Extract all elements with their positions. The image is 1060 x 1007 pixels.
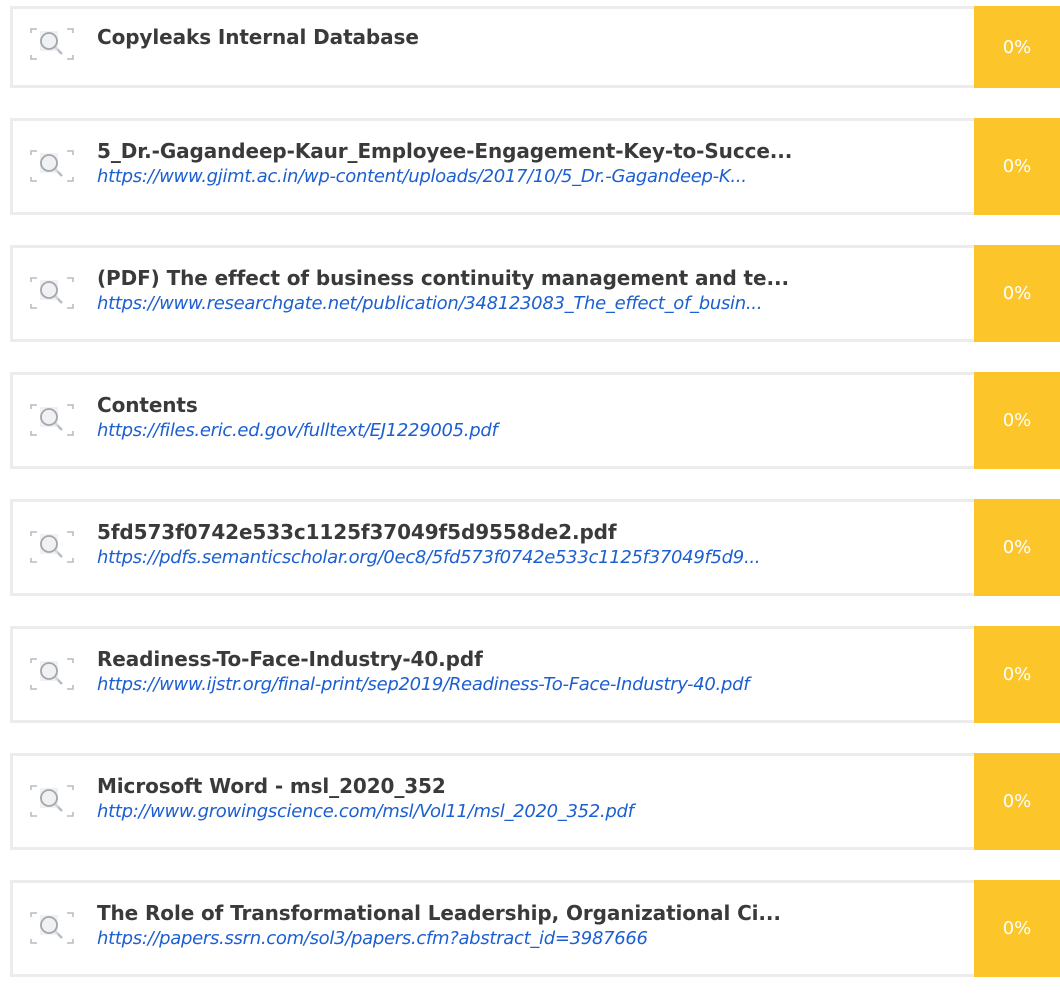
match-percent-badge: 0% — [974, 372, 1060, 469]
result-card[interactable]: Copyleaks Internal Database 0% — [10, 6, 1060, 88]
match-percent-badge: 0% — [974, 118, 1060, 215]
result-url-link[interactable]: https://pdfs.semanticscholar.org/0ec8/5f… — [97, 546, 870, 570]
magnifier-document-icon — [29, 784, 75, 818]
match-percent-badge: 0% — [974, 245, 1060, 342]
result-title[interactable]: Microsoft Word - msl_2020_352 — [97, 773, 870, 800]
result-title[interactable]: Contents — [97, 392, 870, 419]
magnifier-document-icon — [29, 911, 75, 945]
result-card[interactable]: Microsoft Word - msl_2020_352 http://www… — [10, 753, 1060, 850]
result-url-link[interactable]: https://www.researchgate.net/publication… — [97, 292, 870, 316]
result-url-link[interactable]: https://files.eric.ed.gov/fulltext/EJ122… — [97, 419, 870, 443]
magnifier-document-icon — [29, 530, 75, 564]
result-title[interactable]: Readiness-To-Face-Industry-40.pdf — [97, 646, 870, 673]
magnifier-document-icon — [29, 27, 75, 61]
result-card[interactable]: 5fd573f0742e533c1125f37049f5d9558de2.pdf… — [10, 499, 1060, 596]
result-url-link[interactable]: https://www.gjimt.ac.in/wp-content/uploa… — [97, 165, 870, 189]
match-percent-badge: 0% — [974, 6, 1060, 88]
result-url-link[interactable]: http://www.growingscience.com/msl/Vol11/… — [97, 800, 870, 824]
match-percent-badge: 0% — [974, 753, 1060, 850]
magnifier-document-icon — [29, 403, 75, 437]
match-percent-badge: 0% — [974, 626, 1060, 723]
results-list: Copyleaks Internal Database 0% 5_Dr.-Gag… — [10, 6, 1060, 1007]
result-url-link[interactable]: https://papers.ssrn.com/sol3/papers.cfm?… — [97, 927, 870, 951]
result-url-link[interactable]: https://www.ijstr.org/final-print/sep201… — [97, 673, 870, 697]
match-percent-badge: 0% — [974, 499, 1060, 596]
magnifier-document-icon — [29, 657, 75, 691]
result-card[interactable]: (PDF) The effect of business continuity … — [10, 245, 1060, 342]
result-card[interactable]: Readiness-To-Face-Industry-40.pdf https:… — [10, 626, 1060, 723]
result-card[interactable]: The Role of Transformational Leadership,… — [10, 880, 1060, 977]
result-title[interactable]: The Role of Transformational Leadership,… — [97, 900, 870, 927]
match-percent-badge: 0% — [974, 880, 1060, 977]
result-title[interactable]: Copyleaks Internal Database — [97, 24, 870, 51]
result-title[interactable]: 5fd573f0742e533c1125f37049f5d9558de2.pdf — [97, 519, 870, 546]
result-card[interactable]: Contents https://files.eric.ed.gov/fullt… — [10, 372, 1060, 469]
result-title[interactable]: (PDF) The effect of business continuity … — [97, 265, 870, 292]
result-title[interactable]: 5_Dr.-Gagandeep-Kaur_Employee-Engagement… — [97, 138, 870, 165]
result-card[interactable]: 5_Dr.-Gagandeep-Kaur_Employee-Engagement… — [10, 118, 1060, 215]
magnifier-document-icon — [29, 276, 75, 310]
magnifier-document-icon — [29, 149, 75, 183]
